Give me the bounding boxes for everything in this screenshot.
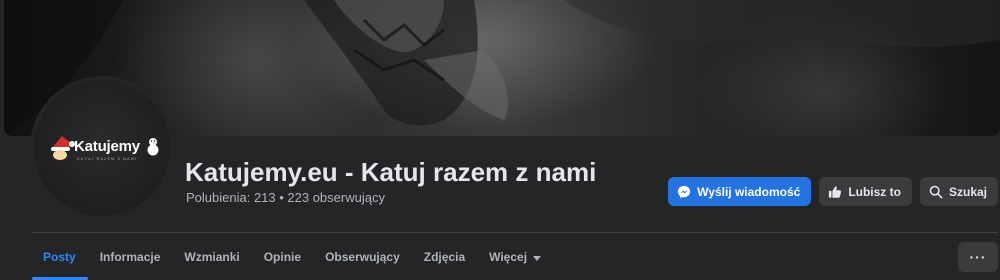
santa-hat-icon	[51, 136, 75, 160]
profile-avatar[interactable]: Katujemy KATUJ RAZEM Z NAMI	[30, 76, 174, 220]
logo-wordmark: Katujemy	[74, 138, 140, 155]
page-title: Katujemy.eu - Katuj razem z nami	[185, 157, 597, 187]
tab-label: Wzmianki	[184, 250, 240, 264]
tab-label: Zdjęcia	[423, 250, 466, 264]
more-options-button[interactable]: ···	[958, 242, 998, 272]
avatar-logo: Katujemy KATUJ RAZEM Z NAMI	[34, 80, 170, 216]
tab-opinie[interactable]: Opinie	[252, 240, 313, 274]
more-horizontal-icon: ···	[969, 249, 987, 265]
tab-informacje[interactable]: Informacje	[88, 240, 173, 274]
tab-zdjecia[interactable]: Zdjęcia	[412, 240, 477, 274]
tab-wiecej[interactable]: Więcej	[477, 240, 553, 274]
send-message-label: Wyślij wiadomość	[697, 184, 801, 199]
logo-tagline: KATUJ RAZEM Z NAMI	[77, 156, 138, 161]
tab-label: Posty	[43, 250, 76, 264]
page-actions: Wyślij wiadomość Lubisz to Szukaj	[668, 177, 998, 206]
like-page-label: Lubisz to	[848, 184, 901, 199]
thumbs-up-icon	[829, 185, 842, 198]
messenger-icon	[678, 185, 691, 198]
tab-posty[interactable]: Posty	[32, 240, 88, 280]
caret-down-icon	[533, 255, 542, 261]
tab-label: Obserwujący	[325, 250, 400, 264]
search-icon	[929, 185, 943, 198]
tab-wzmianki[interactable]: Wzmianki	[172, 240, 251, 274]
facebook-page-header: Katujemy KATUJ RAZEM Z NAMI Katujemy.eu …	[0, 0, 1000, 280]
tab-obserwujacy[interactable]: Obserwujący	[313, 240, 412, 274]
like-page-button[interactable]: Lubisz to	[819, 177, 912, 206]
snowman-icon	[147, 132, 159, 156]
tab-label: Informacje	[99, 250, 161, 264]
header-divider	[32, 232, 998, 233]
tab-label: Opinie	[263, 250, 302, 264]
page-stats: Polubienia: 213 • 223 obserwujący	[186, 190, 385, 205]
search-page-label: Szukaj	[948, 184, 987, 199]
send-message-button[interactable]: Wyślij wiadomość	[668, 177, 812, 206]
tab-label: Więcej	[489, 250, 528, 264]
page-tabs: Posty Informacje Wzmianki Opinie Obserwu…	[32, 240, 553, 280]
search-page-button[interactable]: Szukaj	[919, 177, 998, 206]
